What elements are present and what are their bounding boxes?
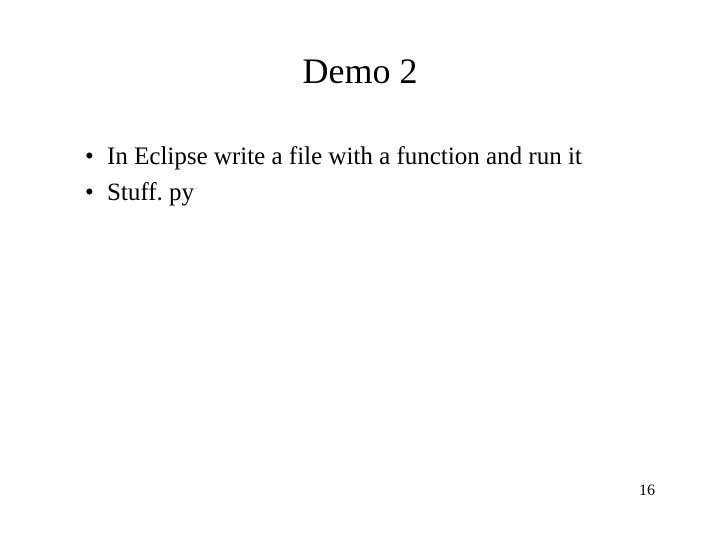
bullet-list: In Eclipse write a file with a function … bbox=[65, 140, 655, 210]
bullet-item: Stuff. py bbox=[85, 176, 655, 210]
slide: Demo 2 In Eclipse write a file with a fu… bbox=[0, 0, 720, 540]
slide-title: Demo 2 bbox=[65, 50, 655, 92]
bullet-item: In Eclipse write a file with a function … bbox=[85, 140, 655, 174]
page-number: 16 bbox=[639, 482, 655, 500]
